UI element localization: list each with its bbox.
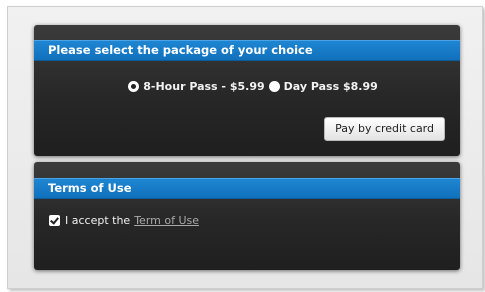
package-selection-panel: Please select the package of your choice… (34, 25, 460, 156)
package-options: 8-Hour Pass - $5.99 Day Pass $8.99 (34, 80, 460, 93)
radio-unselected-icon[interactable] (268, 81, 280, 92)
pay-by-credit-card-button[interactable]: Pay by credit card (324, 117, 445, 141)
terms-panel: Terms of Use I accept the Term of Use (34, 162, 460, 270)
option-label-8-hour-pass: 8-Hour Pass - $5.99 (143, 80, 265, 93)
terms-of-use-link[interactable]: Term of Use (134, 214, 199, 227)
terms-section-header: Terms of Use (34, 178, 460, 199)
radio-selected-icon[interactable] (128, 81, 140, 92)
accept-terms-row: I accept the Term of Use (49, 214, 199, 227)
package-section-header: Please select the package of your choice (34, 40, 460, 61)
accept-terms-label: I accept the (65, 214, 131, 227)
option-day-pass[interactable]: Day Pass $8.99 (268, 80, 378, 93)
option-label-day-pass: Day Pass $8.99 (283, 80, 378, 93)
accept-terms-checkbox[interactable] (49, 215, 60, 226)
option-8-hour-pass[interactable]: 8-Hour Pass - $5.99 (128, 80, 265, 93)
